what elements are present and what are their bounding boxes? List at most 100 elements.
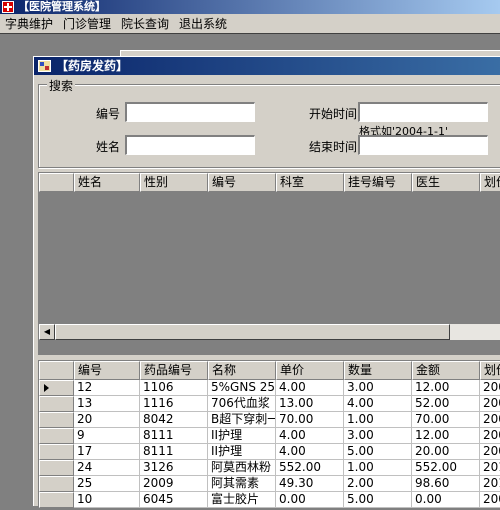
row-selector[interactable]: [39, 476, 74, 492]
table-cell[interactable]: 4.00: [276, 444, 344, 460]
table-cell[interactable]: 98.60: [412, 476, 480, 492]
table-cell[interactable]: 12.00: [412, 428, 480, 444]
table-cell[interactable]: 2004: [480, 444, 500, 460]
table-cell[interactable]: 24: [74, 460, 140, 476]
table-cell[interactable]: 13.00: [276, 396, 344, 412]
patients-grid[interactable]: 姓名 性别 编号 科室 挂号编号 医生 划价 ◀: [38, 172, 500, 355]
table-row[interactable]: 252009阿其需素49.302.0098.602016: [39, 476, 500, 492]
table-cell[interactable]: 552.00: [276, 460, 344, 476]
table-row[interactable]: 243126阿莫西林粉552.001.00552.002016: [39, 460, 500, 476]
table-cell[interactable]: 13: [74, 396, 140, 412]
table-cell[interactable]: II护理: [208, 444, 276, 460]
row-selector[interactable]: [39, 444, 74, 460]
table-cell[interactable]: 3.00: [344, 380, 412, 396]
table-cell[interactable]: 8111: [140, 444, 208, 460]
table-cell[interactable]: 6045: [140, 492, 208, 508]
table-cell[interactable]: 5.00: [344, 492, 412, 508]
table-cell[interactable]: 1.00: [344, 460, 412, 476]
row-selector[interactable]: [39, 460, 74, 476]
col-registration-id[interactable]: 挂号编号: [344, 173, 412, 192]
table-cell[interactable]: 552.00: [412, 460, 480, 476]
table-cell[interactable]: 10: [74, 492, 140, 508]
table-cell[interactable]: 2004: [480, 428, 500, 444]
table-cell[interactable]: 70.00: [412, 412, 480, 428]
table-cell[interactable]: 20: [74, 412, 140, 428]
scroll-left-icon[interactable]: ◀: [39, 324, 55, 340]
start-time-input[interactable]: [358, 102, 488, 122]
drugs-grid[interactable]: 编号 药品编号 名称 单价 数量 金额 划价 1211065%GNS 250ML…: [38, 360, 500, 510]
col-id[interactable]: 编号: [208, 173, 276, 192]
table-cell[interactable]: 1116: [140, 396, 208, 412]
table-cell[interactable]: 9: [74, 428, 140, 444]
table-cell[interactable]: II护理: [208, 428, 276, 444]
row-selector[interactable]: [39, 396, 74, 412]
table-cell[interactable]: 12.00: [412, 380, 480, 396]
table-cell[interactable]: 2016: [480, 460, 500, 476]
table-row[interactable]: 208042B超下穿刺一70.001.0070.002004: [39, 412, 500, 428]
row-selector[interactable]: [39, 428, 74, 444]
table-cell[interactable]: 70.00: [276, 412, 344, 428]
table-cell[interactable]: 富士胶片: [208, 492, 276, 508]
table-cell[interactable]: 2004: [480, 380, 500, 396]
table-row[interactable]: 178111II护理4.005.0020.002004: [39, 444, 500, 460]
table-cell[interactable]: 4.00: [276, 428, 344, 444]
table-cell[interactable]: 2016: [480, 476, 500, 492]
table-cell[interactable]: 3126: [140, 460, 208, 476]
table-cell[interactable]: 2009: [140, 476, 208, 492]
patients-hscrollbar[interactable]: ◀: [39, 324, 500, 340]
menu-director-query[interactable]: 院长查询: [116, 15, 174, 32]
table-cell[interactable]: 20.00: [412, 444, 480, 460]
scroll-thumb[interactable]: [55, 324, 450, 340]
table-cell[interactable]: 4.00: [276, 380, 344, 396]
window-title-bar[interactable]: 【药房发药】: [34, 57, 500, 75]
table-cell[interactable]: 17: [74, 444, 140, 460]
menu-dictionary[interactable]: 字典维护: [0, 15, 58, 32]
table-cell[interactable]: 3.00: [344, 428, 412, 444]
col-unit-price[interactable]: 单价: [276, 361, 344, 380]
table-row[interactable]: 1211065%GNS 250ML4.003.0012.002004: [39, 380, 500, 396]
table-cell[interactable]: 阿莫西林粉: [208, 460, 276, 476]
col-gender[interactable]: 性别: [140, 173, 208, 192]
col-pricing[interactable]: 划价: [480, 361, 500, 380]
table-cell[interactable]: 52.00: [412, 396, 480, 412]
table-cell[interactable]: 4.00: [344, 396, 412, 412]
table-cell[interactable]: 0.00: [412, 492, 480, 508]
table-cell[interactable]: 5%GNS 250ML: [208, 380, 276, 396]
table-cell[interactable]: 49.30: [276, 476, 344, 492]
col-doctor[interactable]: 医生: [412, 173, 480, 192]
table-cell[interactable]: 25: [74, 476, 140, 492]
table-cell[interactable]: 8111: [140, 428, 208, 444]
menu-exit[interactable]: 退出系统: [174, 15, 232, 32]
col-number[interactable]: 编号: [74, 361, 140, 380]
table-cell[interactable]: 1106: [140, 380, 208, 396]
table-row[interactable]: 131116706代血浆13.004.0052.002004: [39, 396, 500, 412]
col-pricing[interactable]: 划价: [480, 173, 500, 192]
table-cell[interactable]: 2004: [480, 492, 500, 508]
col-name[interactable]: 姓名: [74, 173, 140, 192]
table-cell[interactable]: 706代血浆: [208, 396, 276, 412]
table-cell[interactable]: 阿其需素: [208, 476, 276, 492]
row-selector[interactable]: [39, 492, 74, 508]
table-cell[interactable]: 5.00: [344, 444, 412, 460]
table-cell[interactable]: 1.00: [344, 412, 412, 428]
menu-outpatient[interactable]: 门诊管理: [58, 15, 116, 32]
table-cell[interactable]: 2.00: [344, 476, 412, 492]
row-selector[interactable]: [39, 380, 74, 396]
table-row[interactable]: 106045富士胶片0.005.000.002004: [39, 492, 500, 508]
table-cell[interactable]: 8042: [140, 412, 208, 428]
row-selector[interactable]: [39, 412, 74, 428]
table-row[interactable]: 98111II护理4.003.0012.002004: [39, 428, 500, 444]
col-drug-name[interactable]: 名称: [208, 361, 276, 380]
col-amount[interactable]: 金额: [412, 361, 480, 380]
col-quantity[interactable]: 数量: [344, 361, 412, 380]
end-time-input[interactable]: [358, 135, 488, 155]
table-cell[interactable]: 2004: [480, 412, 500, 428]
name-input[interactable]: [125, 135, 255, 155]
col-drug-id[interactable]: 药品编号: [140, 361, 208, 380]
col-department[interactable]: 科室: [276, 173, 344, 192]
table-cell[interactable]: 2004: [480, 396, 500, 412]
id-input[interactable]: [125, 102, 255, 122]
table-cell[interactable]: B超下穿刺一: [208, 412, 276, 428]
table-cell[interactable]: 0.00: [276, 492, 344, 508]
table-cell[interactable]: 12: [74, 380, 140, 396]
